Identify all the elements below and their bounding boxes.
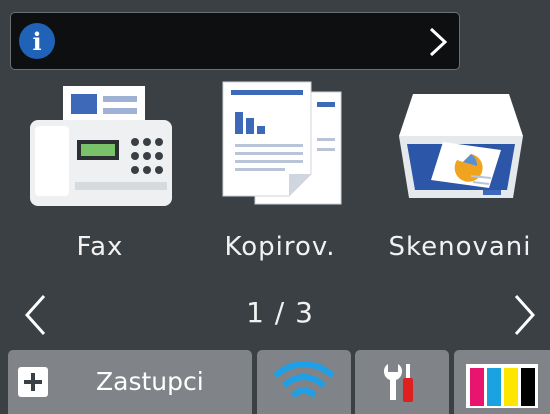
- wifi-button[interactable]: [257, 350, 351, 414]
- app-copy-label: Kopirov.: [224, 232, 336, 262]
- info-bar[interactable]: i: [10, 12, 460, 70]
- app-fax[interactable]: Fax: [25, 78, 175, 278]
- tools-icon: [383, 364, 413, 402]
- settings-button[interactable]: [355, 350, 449, 414]
- ink-icon: [466, 364, 538, 408]
- page-indicator: 1 / 3: [246, 296, 314, 329]
- plus-icon: [18, 367, 48, 397]
- shortcuts-button[interactable]: Zastupci: [8, 350, 252, 414]
- app-scan[interactable]: Skenovani: [385, 78, 535, 278]
- wifi-icon: [274, 361, 334, 397]
- chevron-left-icon[interactable]: [22, 293, 48, 337]
- ink-button[interactable]: [454, 350, 550, 414]
- app-copy[interactable]: Kopirov.: [205, 78, 355, 278]
- chevron-right-icon[interactable]: [512, 293, 538, 337]
- shortcuts-label: Zastupci: [96, 367, 204, 396]
- info-icon-glyph: i: [32, 26, 42, 56]
- app-fax-label: Fax: [76, 232, 124, 262]
- info-icon: i: [19, 23, 55, 59]
- app-scan-label: Skenovani: [388, 232, 532, 262]
- copy-icon: [222, 81, 342, 205]
- scanner-icon: [399, 94, 523, 198]
- fax-icon: [30, 86, 172, 206]
- chevron-right-icon: [429, 27, 448, 57]
